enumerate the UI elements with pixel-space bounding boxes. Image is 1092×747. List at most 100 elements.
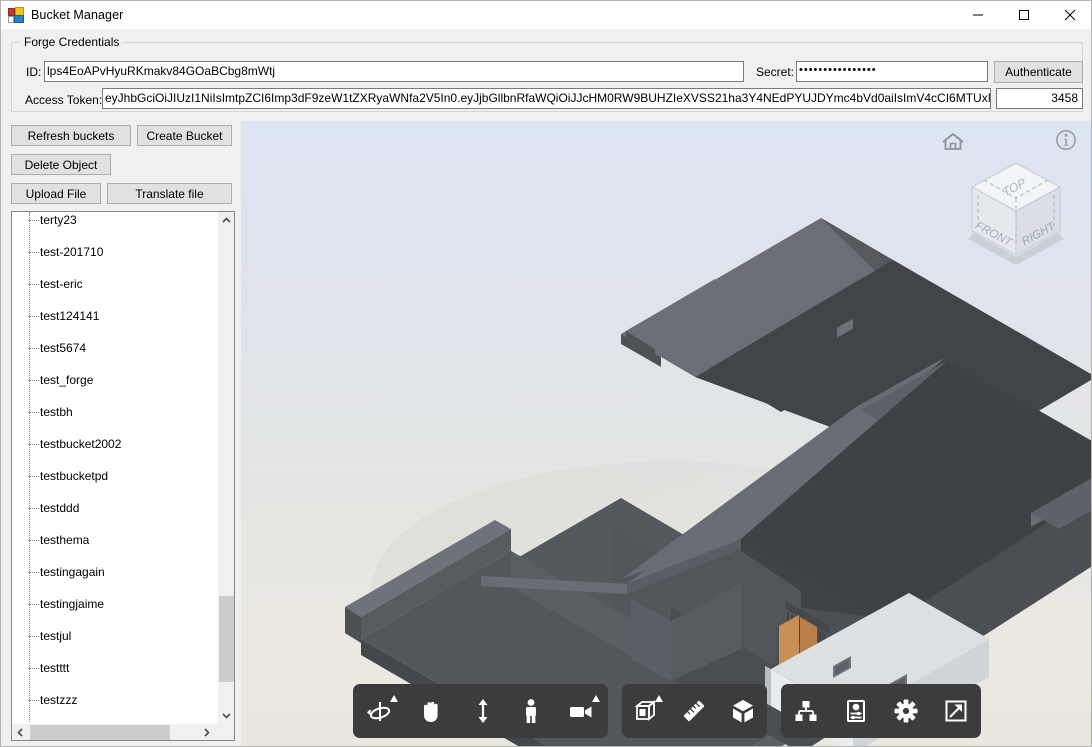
window-controls (955, 1, 1091, 29)
tree-item[interactable]: test-201710 (12, 244, 218, 260)
tree-item[interactable]: testbucketpd (12, 468, 218, 484)
tree-vertical-scrollbar[interactable] (217, 212, 234, 724)
tree-branch-line (29, 412, 39, 413)
tree-item-label[interactable]: testzzz (40, 692, 77, 708)
tree-branch-line (29, 604, 39, 605)
close-button[interactable] (1047, 1, 1091, 29)
model-tree-icon[interactable] (781, 684, 831, 738)
token-expiry-input[interactable]: 3458 (996, 88, 1083, 109)
viewcube[interactable]: TOP FRONT RIGHT (956, 155, 1076, 265)
tree-item[interactable]: testddd (12, 500, 218, 516)
explode-cube-icon[interactable] (719, 684, 767, 738)
tree-item-label[interactable]: terty23 (40, 212, 77, 228)
tree-item-label[interactable]: test5674 (40, 340, 86, 356)
tree-item[interactable]: testbh (12, 404, 218, 420)
tree-branch-line (29, 316, 39, 317)
forge-credentials-title: Forge Credentials (20, 35, 124, 49)
minimize-button[interactable] (955, 1, 1001, 29)
title-bar: Bucket Manager (1, 1, 1091, 29)
tree-item-label[interactable]: test_forge (40, 372, 93, 388)
tree-item[interactable]: testbucket2002 (12, 436, 218, 452)
zoom-arrows-icon[interactable] (458, 684, 507, 738)
tree-item[interactable]: test-eric (12, 276, 218, 292)
ruler-icon[interactable] (670, 684, 718, 738)
section-box-icon[interactable] (622, 684, 670, 738)
upload-file-button[interactable]: Upload File (11, 183, 101, 204)
tree-branch-line (29, 444, 39, 445)
tree-branch-line (29, 284, 39, 285)
info-icon[interactable] (1055, 129, 1077, 151)
buckets-tree[interactable]: terty23 test-201710 test-eric test124141 tes… (12, 212, 218, 724)
buckets-tree-panel[interactable]: terty23 test-201710 test-eric test124141 tes… (11, 211, 235, 741)
tree-branch-line (29, 380, 39, 381)
tree-item-label[interactable]: testhema (40, 532, 89, 548)
pan-hand-icon[interactable] (406, 684, 457, 738)
secret-label: Secret: (756, 65, 795, 79)
tree-item[interactable]: testzzz (12, 692, 218, 708)
viewer-toolbar-model-tools[interactable] (622, 684, 767, 738)
tree-item-label[interactable]: testbucket2002 (40, 436, 121, 452)
tree-item[interactable]: testjul (12, 628, 218, 644)
tree-branch-line (29, 348, 39, 349)
tree-item-label[interactable]: testttt (40, 660, 69, 676)
tree-branch-line (29, 540, 39, 541)
tree-item[interactable]: testttt (12, 660, 218, 676)
tree-branch-line (29, 252, 39, 253)
translate-file-button[interactable]: Translate file (107, 183, 232, 204)
id-label: ID: (26, 65, 42, 79)
scroll-thumb-horizontal[interactable] (30, 725, 170, 740)
tree-item-label[interactable]: test-eric (40, 276, 83, 292)
create-bucket-button[interactable]: Create Bucket (137, 125, 232, 146)
delete-object-button[interactable]: Delete Object (11, 154, 111, 175)
orbit-icon[interactable] (353, 684, 406, 738)
tree-item-label[interactable]: test-201710 (40, 244, 103, 260)
first-person-walk-icon[interactable] (507, 684, 554, 738)
tree-item[interactable]: test124141 (12, 308, 218, 324)
tree-item-label[interactable]: testjul (40, 628, 71, 644)
window-title: Bucket Manager (31, 8, 124, 22)
orbit-menu-triangle[interactable] (390, 695, 399, 702)
tree-branch-line (29, 700, 39, 701)
tree-horizontal-scrollbar[interactable] (12, 723, 234, 740)
tree-item-label[interactable]: testbucketpd (40, 468, 108, 484)
authenticate-button[interactable]: Authenticate (994, 61, 1083, 83)
tree-item-label[interactable]: testingjaime (40, 596, 104, 612)
tree-item-label[interactable]: testddd (40, 500, 79, 516)
access-token-input[interactable]: eyJhbGciOiJIUzI1NiIsImtpZCI6Imp3dF9zeW1t… (102, 88, 991, 109)
tree-item-label[interactable]: test124141 (40, 308, 99, 324)
home-icon[interactable] (940, 129, 966, 155)
tree-branch-line (29, 476, 39, 477)
tree-item[interactable]: terty23 (12, 212, 218, 228)
scroll-down-button[interactable] (218, 707, 234, 724)
scroll-up-button[interactable] (218, 212, 234, 229)
scroll-left-button[interactable] (12, 724, 29, 740)
client-secret-input[interactable]: •••••••••••••••• (796, 61, 988, 82)
tree-item[interactable]: test_forge (12, 372, 218, 388)
viewer-toolbar-navigation[interactable] (353, 684, 608, 738)
section-menu-triangle[interactable] (655, 695, 664, 702)
camera-menu-triangle[interactable] (592, 695, 601, 702)
properties-panel-icon[interactable] (831, 684, 881, 738)
tree-item[interactable]: test5674 (12, 340, 218, 356)
viewer-toolbar-view-tools[interactable] (781, 684, 981, 738)
fullscreen-icon[interactable] (931, 684, 981, 738)
tree-item[interactable]: testingagain (12, 564, 218, 580)
access-token-label: Access Token: (25, 93, 103, 107)
bucket-manager-window: Bucket Manager Forge Credentials ID: lps… (0, 0, 1092, 747)
client-id-input[interactable]: lps4EoAPvHyuRKmakv84GOaBCbg8mWtj (44, 61, 744, 82)
camera-icon[interactable] (555, 684, 608, 738)
gear-icon[interactable] (881, 684, 931, 738)
tree-item[interactable]: testhema (12, 532, 218, 548)
tree-item[interactable]: testingjaime (12, 596, 218, 612)
scroll-thumb[interactable] (219, 596, 234, 682)
tree-item-label[interactable]: testbh (40, 404, 73, 420)
tree-branch-line (29, 636, 39, 637)
forge-viewer[interactable]: TOP FRONT RIGHT (241, 121, 1091, 746)
maximize-button[interactable] (1001, 1, 1047, 29)
scrollbar-corner (217, 723, 234, 740)
tree-item-label[interactable]: testingagain (40, 564, 105, 580)
tree-branch-line (29, 572, 39, 573)
scroll-right-button[interactable] (198, 724, 215, 740)
tree-branch-line (29, 668, 39, 669)
refresh-buckets-button[interactable]: Refresh buckets (11, 125, 131, 146)
